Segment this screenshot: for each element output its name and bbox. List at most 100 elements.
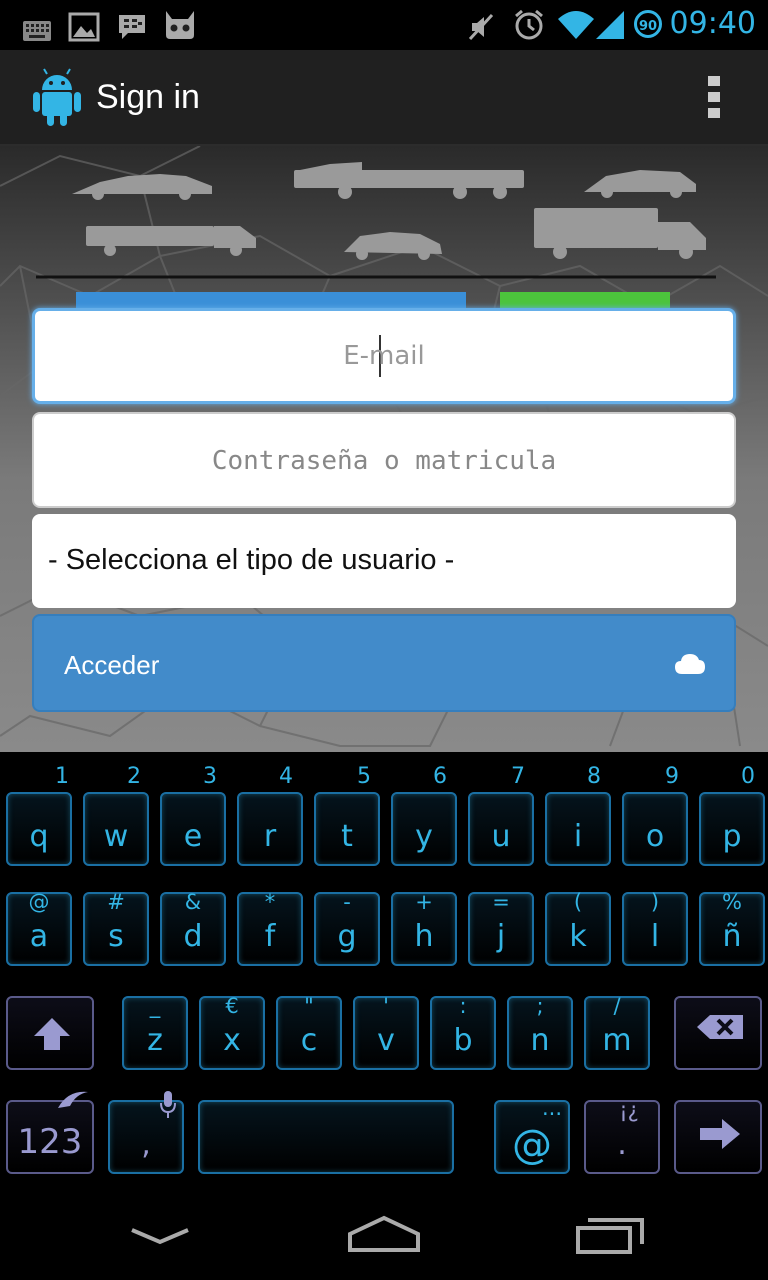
- email-field[interactable]: E-mail: [32, 308, 736, 404]
- period-key[interactable]: ¡¿ .: [584, 1098, 660, 1174]
- key-w[interactable]: w: [83, 792, 149, 866]
- key-g[interactable]: -g: [314, 890, 380, 966]
- image-icon: [68, 12, 100, 42]
- cloud-icon: [675, 654, 705, 674]
- mute-icon: [468, 13, 494, 41]
- status-bar: 90 09:40: [0, 0, 768, 50]
- key-u[interactable]: u: [468, 792, 534, 866]
- key-i[interactable]: i: [545, 792, 611, 866]
- key-c[interactable]: " c: [276, 994, 342, 1070]
- email-placeholder: E-mail: [343, 341, 425, 371]
- key-s-label: s: [108, 919, 124, 954]
- key-f-alt: *: [264, 890, 276, 914]
- key-i-label: i: [573, 819, 583, 854]
- key-ñ[interactable]: % ñ: [699, 890, 765, 966]
- user-type-select[interactable]: - Selecciona el tipo de usuario -: [32, 514, 736, 608]
- cyanogen-icon: [166, 11, 194, 39]
- key-y[interactable]: y: [391, 792, 457, 866]
- digit-hint-5: 5: [357, 764, 371, 789]
- digit-hint-3: 3: [203, 764, 217, 789]
- digit-hint-8: 8: [587, 764, 601, 789]
- key-r-label: r: [263, 819, 277, 854]
- key-h-label: h: [414, 919, 434, 954]
- key-s[interactable]: # s: [83, 890, 149, 966]
- hide-keyboard-icon[interactable]: [128, 1224, 192, 1248]
- digit-hint-6: 6: [433, 764, 447, 789]
- signal-icon: [596, 11, 624, 39]
- key-m-label: m: [602, 1023, 632, 1058]
- key-v[interactable]: ' v: [353, 994, 419, 1070]
- key-x-alt: €: [225, 994, 239, 1018]
- shift-arrow-icon: [34, 1018, 70, 1050]
- at-key-label: @: [512, 1122, 552, 1168]
- key-b-alt: :: [459, 994, 467, 1018]
- key-r[interactable]: r: [237, 792, 303, 866]
- key-d[interactable]: & d: [160, 890, 226, 966]
- key-k[interactable]: (k: [545, 890, 611, 966]
- enter-key[interactable]: [674, 1100, 762, 1174]
- key-q[interactable]: q: [6, 792, 72, 866]
- clock: 09:40: [669, 6, 756, 41]
- key-z-alt: _: [149, 994, 161, 1018]
- key-l-alt: ): [650, 890, 660, 914]
- period-key-alt: ¡¿: [619, 1098, 639, 1122]
- key-m[interactable]: / m: [584, 994, 650, 1070]
- key-z[interactable]: _ z: [122, 994, 188, 1070]
- key-o[interactable]: o: [622, 792, 688, 866]
- key-v-label: v: [377, 1023, 395, 1058]
- key-j[interactable]: = j: [468, 890, 534, 966]
- key-ñ-label: ñ: [722, 919, 742, 954]
- period-key-label: .: [617, 1127, 627, 1162]
- key-g-label: g: [337, 919, 357, 954]
- key-x[interactable]: € x: [199, 994, 265, 1070]
- key-g-alt: -: [343, 890, 351, 914]
- key-c-alt: ": [304, 994, 314, 1018]
- recent-apps-icon[interactable]: [574, 1216, 646, 1256]
- key-d-label: d: [183, 919, 203, 954]
- key-p[interactable]: p: [699, 792, 765, 866]
- login-button-label: Acceder: [64, 650, 160, 680]
- key-k-label: k: [569, 919, 587, 954]
- key-t-label: t: [341, 819, 353, 854]
- key-ñ-alt: %: [722, 890, 742, 914]
- digit-hint-2: 2: [127, 764, 141, 789]
- space-key[interactable]: [198, 1100, 454, 1174]
- key-e[interactable]: e: [160, 792, 226, 866]
- key-y-label: y: [415, 819, 433, 854]
- digit-hint-4: 4: [279, 764, 293, 789]
- backspace-key[interactable]: [674, 996, 762, 1070]
- soft-keyboard: 1234567890 q w e r t y u i o p @ a # s & d * f - g + h = j(k) l%…: [0, 752, 768, 1180]
- wifi-icon: [558, 11, 594, 39]
- at-key[interactable]: ... @: [494, 1096, 570, 1174]
- key-h[interactable]: + h: [391, 890, 457, 966]
- password-placeholder: Contraseña o matricula: [211, 446, 557, 476]
- user-type-selected-value: - Selecciona el tipo de usuario -: [48, 544, 455, 576]
- key-q-label: q: [29, 819, 49, 854]
- login-content: E-mail Contraseña o matricula - Seleccio…: [0, 146, 768, 752]
- key-n-alt: ;: [536, 994, 544, 1018]
- home-icon[interactable]: [346, 1214, 422, 1254]
- key-v-alt: ': [383, 994, 389, 1018]
- key-a[interactable]: @ a: [6, 890, 72, 966]
- key-t[interactable]: t: [314, 792, 380, 866]
- comma-key[interactable]: ,: [108, 1091, 184, 1174]
- action-bar: Sign in: [0, 50, 768, 146]
- login-button[interactable]: Acceder: [32, 614, 736, 712]
- key-a-alt: @: [28, 890, 50, 914]
- key-f[interactable]: * f: [237, 890, 303, 966]
- key-n[interactable]: ; n: [507, 994, 573, 1070]
- key-z-label: z: [147, 1023, 163, 1058]
- android-logo-icon: [33, 68, 81, 126]
- page-title: Sign in: [96, 78, 200, 116]
- key-l[interactable]: ) l: [622, 890, 688, 966]
- bbm-icon: [119, 15, 145, 39]
- numbers-key[interactable]: 123: [6, 1091, 94, 1174]
- key-n-label: n: [530, 1023, 550, 1058]
- digit-hint-9: 9: [665, 764, 679, 789]
- password-field[interactable]: Contraseña o matricula: [32, 412, 736, 508]
- shift-key[interactable]: [6, 996, 94, 1070]
- overflow-menu-icon[interactable]: [708, 76, 722, 122]
- key-b[interactable]: :b: [430, 994, 496, 1070]
- key-f-label: f: [264, 919, 276, 954]
- at-key-alt: ...: [541, 1096, 563, 1120]
